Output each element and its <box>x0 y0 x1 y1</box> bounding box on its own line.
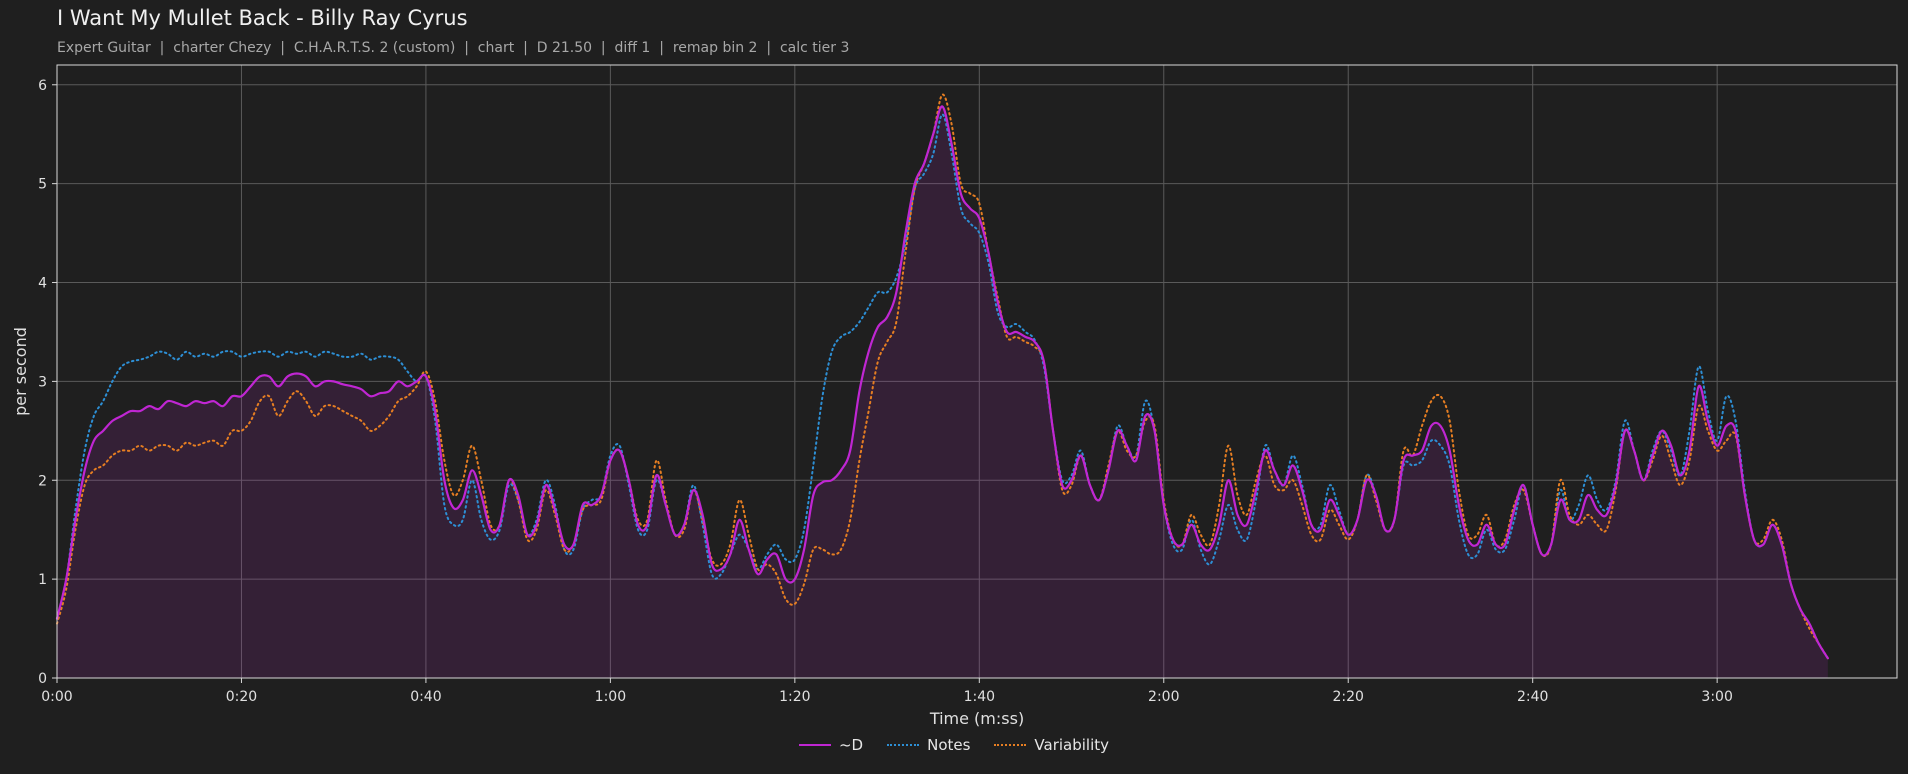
x-tick-label: 2:00 <box>1148 689 1179 705</box>
y-tick-label: 4 <box>38 276 47 292</box>
x-tick-label: 2:40 <box>1517 689 1548 705</box>
y-tick-label: 3 <box>38 374 47 390</box>
y-tick-label: 6 <box>38 78 47 94</box>
legend-item: ~D <box>798 736 864 754</box>
chart-canvas: 0:00 0:20 0:40 1:00 1:20 1:40 2:00 2:20 2:40 3:00… <box>11 64 1898 728</box>
legend-item: Variability <box>994 736 1109 754</box>
legend-label: ~D <box>838 736 864 754</box>
y-axis-label: per second <box>11 327 30 416</box>
x-tick-label: 0:40 <box>410 689 441 705</box>
legend-swatch <box>994 744 1027 746</box>
y-axis: 0 1 2 3 4 5 6 <box>38 78 57 687</box>
legend-item: Notes <box>887 736 970 754</box>
y-tick-label: 2 <box>38 473 47 489</box>
series-area-0 <box>57 106 1828 679</box>
y-tick-label: 0 <box>38 671 47 687</box>
x-tick-label: 1:20 <box>779 689 810 705</box>
x-tick-label: 2:20 <box>1333 689 1364 705</box>
x-tick-label: 0:00 <box>41 689 72 705</box>
x-axis: 0:00 0:20 0:40 1:00 1:20 1:40 2:00 2:20 2:40 3:00 <box>41 678 1733 705</box>
x-tick-label: 3:00 <box>1701 689 1732 705</box>
legend-swatch <box>798 744 831 746</box>
y-tick-label: 5 <box>38 177 47 193</box>
x-axis-label: Time (m:ss) <box>929 709 1024 728</box>
legend: ~D Notes Variability <box>0 736 1908 754</box>
x-tick-label: 1:40 <box>964 689 995 705</box>
area-fill-layer <box>57 106 1828 679</box>
legend-label: Variability <box>1034 736 1110 754</box>
x-tick-label: 0:20 <box>226 689 257 705</box>
y-tick-label: 1 <box>38 572 47 588</box>
legend-swatch <box>887 744 920 746</box>
legend-label: Notes <box>927 736 971 754</box>
x-tick-label: 1:00 <box>595 689 626 705</box>
